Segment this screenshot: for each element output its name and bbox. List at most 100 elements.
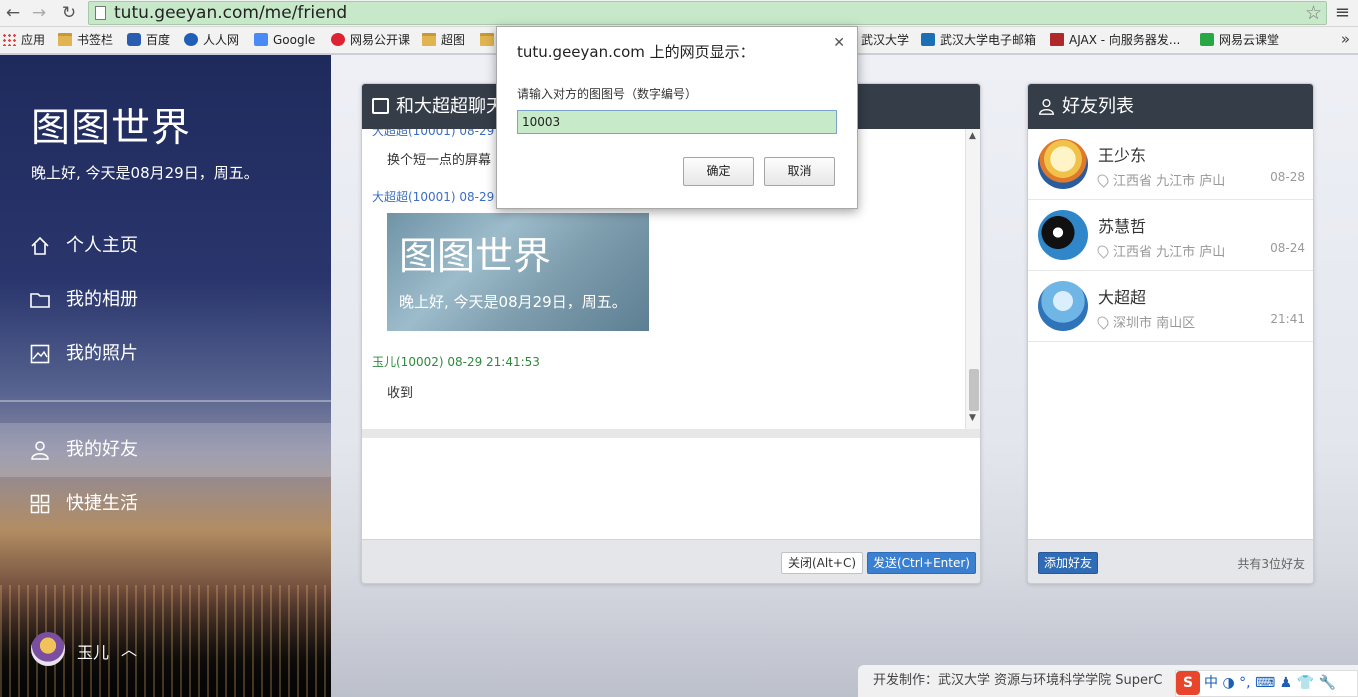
url-text[interactable]: tutu.geeyan.com/me/friend [114,3,347,23]
sidebar-item-home[interactable]: 个人主页 [0,219,331,273]
message-meta: 大超超(10001) 08-29 2 [372,129,506,138]
bookmark-label: 武汉大学 [861,33,910,47]
back-arrow-icon[interactable]: ← [2,2,24,24]
ime-status: 中 ◑ °, ⌨ ♟ 👕 🔧 [1204,675,1336,691]
forward-arrow-icon[interactable]: → [28,2,50,24]
bookmark-chaotu[interactable]: 超图 [422,32,465,48]
chat-title: 和大超超聊天 [396,96,504,117]
chevron-up-icon[interactable]: ︿ [121,636,137,660]
sidebar-item-albums[interactable]: 我的相册 [0,273,331,327]
friend-name: 王少东 [1098,146,1147,165]
sogou-icon: S [1176,671,1200,695]
message-image[interactable]: 图图世界 晚上好, 今天是08月29日，周五。 [387,213,649,331]
divider [362,429,980,438]
sidebar-item-label: 快捷生活 [66,493,138,514]
reload-icon[interactable]: ↻ [58,2,80,24]
user-icon [31,441,49,460]
scrollbar-thumb[interactable] [969,369,979,411]
cloud-icon [1200,33,1214,46]
friend-location: 江西省 九江市 庐山 [1095,241,1226,260]
scroll-down-icon[interactable]: ▼ [969,413,976,423]
avatar [31,632,65,666]
friend-count: 共有3位好友 [1237,557,1305,571]
chat-footer: 关闭(Alt+C) 发送(Ctrl+Enter) [362,539,980,583]
sidebar-item-label: 我的照片 [66,343,138,364]
apps-icon [2,33,16,46]
location-pin-icon [1095,243,1111,259]
sidebar-item-label: 我的好友 [66,439,138,460]
c-icon [921,33,935,46]
site-title: 图图世界 [31,106,192,151]
bookmark-label: 超图 [441,33,466,47]
image-icon [30,344,50,364]
friend-list-panel: 好友列表 王少东 江西省 九江市 庐山 08-28 苏慧哲 江西省 九江市 庐山… [1027,83,1314,584]
friend-date: 08-24 [1270,241,1305,255]
bookmark-ajax[interactable]: AJAX - 向服务器发... [1050,32,1180,48]
friend-item[interactable]: 大超超 深圳市 南山区 21:41 [1028,271,1313,342]
friend-location: 深圳市 南山区 [1095,312,1195,331]
bookmark-apps[interactable]: 应用 [2,32,45,48]
bookmark-label: 网易公开课 [350,33,411,47]
bookmark-star-icon[interactable]: ☆ [1305,2,1322,24]
message-text: 换个短一点的屏幕 [387,153,492,168]
friend-location-text: 江西省 九江市 庐山 [1113,245,1226,260]
bookmark-baidu[interactable]: 百度 [127,32,170,48]
bookmark-label: 应用 [21,33,46,47]
friend-date: 21:41 [1270,312,1305,326]
add-friend-button[interactable]: 添加好友 [1038,552,1099,574]
scroll-up-icon[interactable]: ▲ [969,131,976,141]
friend-name: 大超超 [1098,288,1147,307]
user-name: 玉儿 [77,643,110,662]
friend-list-footer: 添加好友 共有3位好友 [1028,539,1313,583]
bookmark-label: Google [273,33,316,47]
folder-icon [422,33,436,46]
bookmark-folder-hidden[interactable] [480,32,496,48]
bookmark-netease-cloud[interactable]: 网易云课堂 [1200,32,1279,48]
bookmark-whu[interactable]: 武汉大学 [861,32,909,48]
message-meta: 玉儿(10002) 08-29 21:41:53 [372,355,540,369]
netease-icon [331,33,345,46]
sidebar-item-label: 我的相册 [66,289,138,310]
folder-icon [30,293,50,308]
sidebar-item-photos[interactable]: 我的照片 [0,327,331,381]
renren-icon [184,33,198,46]
location-pin-icon [1095,314,1111,330]
more-bookmarks-icon[interactable]: » [1341,30,1350,48]
close-chat-button[interactable]: 关闭(Alt+C) [781,552,864,574]
image-title: 图图世界 [399,234,552,278]
message-input[interactable] [362,438,980,539]
bookmark-renren[interactable]: 人人网 [184,32,239,48]
bookmark-label: 武汉大学电子邮箱 [940,33,1037,47]
message-scrollbar[interactable]: ▲ ▼ [965,129,980,429]
user-id-input[interactable] [517,110,837,134]
dialog-title: tutu.geeyan.com 上的网页显示： [517,43,755,61]
baidu-icon [127,33,141,46]
sidebar-item-friends[interactable]: 我的好友 [0,423,331,477]
friend-item[interactable]: 王少东 江西省 九江市 庐山 08-28 [1028,129,1313,200]
bookmark-label: 百度 [146,33,171,47]
send-button[interactable]: 发送(Ctrl+Enter) [867,552,976,574]
bookmark-whu-mail[interactable]: 武汉大学电子邮箱 [921,32,1036,48]
friend-location-text: 江西省 九江市 庐山 [1113,174,1226,189]
browser-toolbar: ← → ↻ tutu.geeyan.com/me/friend ☆ ≡ [0,0,1358,27]
cancel-button[interactable]: 取消 [764,157,835,186]
sidebar-item-life[interactable]: 快捷生活 [0,477,331,531]
google-icon [254,33,268,46]
friend-location: 江西省 九江市 庐山 [1095,170,1226,189]
address-bar[interactable]: tutu.geeyan.com/me/friend ☆ [88,1,1327,25]
ok-button[interactable]: 确定 [683,157,754,186]
prompt-dialog: tutu.geeyan.com 上的网页显示： ✕ 请输入对方的图图号（数字编号… [496,26,858,209]
ime-toolbar[interactable]: S中 ◑ °, ⌨ ♟ 👕 🔧 [1175,670,1358,697]
menu-icon[interactable]: ≡ [1335,2,1350,23]
bookmark-google[interactable]: Google [254,32,315,48]
friend-list-header: 好友列表 [1028,84,1313,129]
image-subtitle: 晚上好, 今天是08月29日，周五。 [399,293,627,311]
bookmark-netease[interactable]: 网易公开课 [331,32,410,48]
avatar [1038,139,1088,189]
bookmark-label: AJAX - 向服务器发... [1069,33,1181,47]
w3-icon [1050,33,1064,46]
close-icon[interactable]: ✕ [833,35,845,51]
friend-item[interactable]: 苏慧哲 江西省 九江市 庐山 08-24 [1028,200,1313,271]
sidebar-item-label: 个人主页 [66,235,138,256]
bookmark-folder[interactable]: 书签栏 [58,32,113,48]
